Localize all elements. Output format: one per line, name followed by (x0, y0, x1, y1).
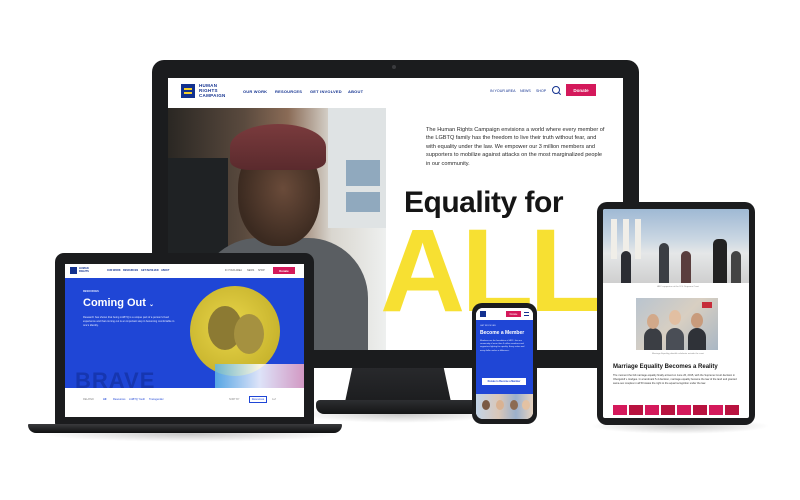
mission-statement: The Human Rights Campaign envisions a wo… (426, 127, 605, 167)
webcam (392, 65, 396, 69)
hero-photo-circle (190, 286, 280, 376)
beanie (230, 124, 326, 170)
related-filter-bar: RELATED All Resources LGBTQ Youth Transg… (65, 388, 304, 417)
member-card: GET INVOLVED Become a Member Members are… (476, 320, 533, 394)
hrc-logo-text[interactable]: HUMAN RIGHTS (79, 267, 99, 273)
member-title: Become a Member (480, 330, 525, 336)
photo-strip (613, 405, 739, 415)
device-mockup-stage: HUMAN RIGHTS CAMPAIGN OUR WORK RESOURCES… (0, 0, 800, 500)
nav-news[interactable]: NEWS (247, 269, 254, 272)
hrc-logo-text[interactable]: HUMAN RIGHTS CAMPAIGN (199, 83, 239, 98)
page-description: Research has shown that being LGBTQ is a… (83, 316, 175, 327)
hrc-logo-icon[interactable] (181, 84, 195, 98)
monitor-stand-neck (345, 362, 451, 402)
nav-get-involved[interactable]: GET INVOLVED (310, 89, 342, 94)
nav-shop[interactable]: SHOP (258, 269, 265, 272)
resources-filter-button[interactable]: Resources (249, 396, 267, 403)
section-kicker: GET INVOLVED (480, 325, 496, 327)
article-heading: Marriage Equality Becomes a Reality (613, 364, 718, 370)
sort-az[interactable]: A-Z (272, 398, 276, 401)
nav-news[interactable]: NEWS (520, 89, 531, 93)
celebration-photo (636, 298, 718, 350)
phone-navbar: Donate (476, 308, 533, 320)
desktop-navbar: HUMAN RIGHTS CAMPAIGN OUR WORK RESOURCES… (168, 78, 623, 108)
section-kicker: RESOURCES (83, 290, 99, 293)
tablet-screen: HRC supporters at the U.S. Supreme Court… (603, 209, 749, 418)
nav-our-work[interactable]: OUR WORK (107, 269, 121, 272)
related-label: RELATED (83, 398, 94, 401)
pride-flag-graphic (215, 364, 304, 388)
article-body: The moment the full marriage equality fi… (613, 374, 737, 385)
monitor-stand-base (316, 400, 480, 414)
photo-caption: Marriage Equality plaintiffs celebrate o… (651, 353, 704, 355)
hrc-logo-icon[interactable] (480, 311, 486, 317)
laptop-screen: HUMAN RIGHTS OUR WORK RESOURCES GET INVO… (65, 264, 304, 417)
member-text: Members are the foundation of HRC. Join … (480, 340, 525, 352)
hrc-logo-icon[interactable] (70, 267, 77, 274)
laptop: HUMAN RIGHTS OUR WORK RESOURCES GET INVO… (55, 253, 314, 425)
tablet: HRC supporters at the U.S. Supreme Court… (597, 202, 755, 425)
crowd-photo (476, 394, 533, 419)
sort-label: SORT BY (229, 398, 240, 401)
nav-our-work[interactable]: OUR WORK (243, 89, 267, 94)
nav-about[interactable]: ABOUT (161, 269, 170, 272)
coming-out-hero: RESOURCES Coming Out ⌄ Research has shown… (65, 278, 304, 388)
chevron-down-icon[interactable]: ⌄ (149, 302, 154, 308)
nav-shop[interactable]: SHOP (536, 89, 546, 93)
filter-transgender[interactable]: Transgender (149, 398, 164, 401)
phone: Donate GET INVOLVED Become a Member Memb… (472, 303, 537, 424)
search-icon[interactable] (552, 86, 560, 94)
filter-resources[interactable]: Resources (113, 398, 125, 401)
donate-button[interactable]: Donate (273, 267, 295, 274)
nav-get-involved[interactable]: GET INVOLVED (141, 269, 159, 272)
nav-about[interactable]: ABOUT (348, 89, 363, 94)
nav-resources[interactable]: RESOURCES (123, 269, 138, 272)
become-member-button[interactable]: Donate to Become a Member (482, 378, 526, 385)
donate-button[interactable]: Donate (566, 84, 596, 96)
brave-banner-text: BRAVE (75, 368, 156, 388)
nav-in-your-area[interactable]: IN YOUR AREA (225, 269, 242, 272)
menu-icon[interactable] (524, 312, 529, 316)
photo-caption: HRC supporters at the U.S. Supreme Court (656, 286, 700, 288)
supreme-court-photo (603, 209, 749, 283)
hero-headline: Equality for (404, 186, 564, 219)
laptop-navbar: HUMAN RIGHTS OUR WORK RESOURCES GET INVO… (65, 264, 304, 278)
donate-button[interactable]: Donate (506, 311, 521, 317)
nav-resources[interactable]: RESOURCES (275, 89, 302, 94)
filter-all[interactable]: All (103, 398, 106, 401)
phone-screen: Donate GET INVOLVED Become a Member Memb… (476, 308, 533, 419)
filter-lgbtq-youth[interactable]: LGBTQ Youth (129, 398, 145, 401)
nav-in-your-area[interactable]: IN YOUR AREA (490, 89, 516, 93)
page-title: Coming Out ⌄ (83, 297, 154, 309)
laptop-base (28, 424, 342, 433)
